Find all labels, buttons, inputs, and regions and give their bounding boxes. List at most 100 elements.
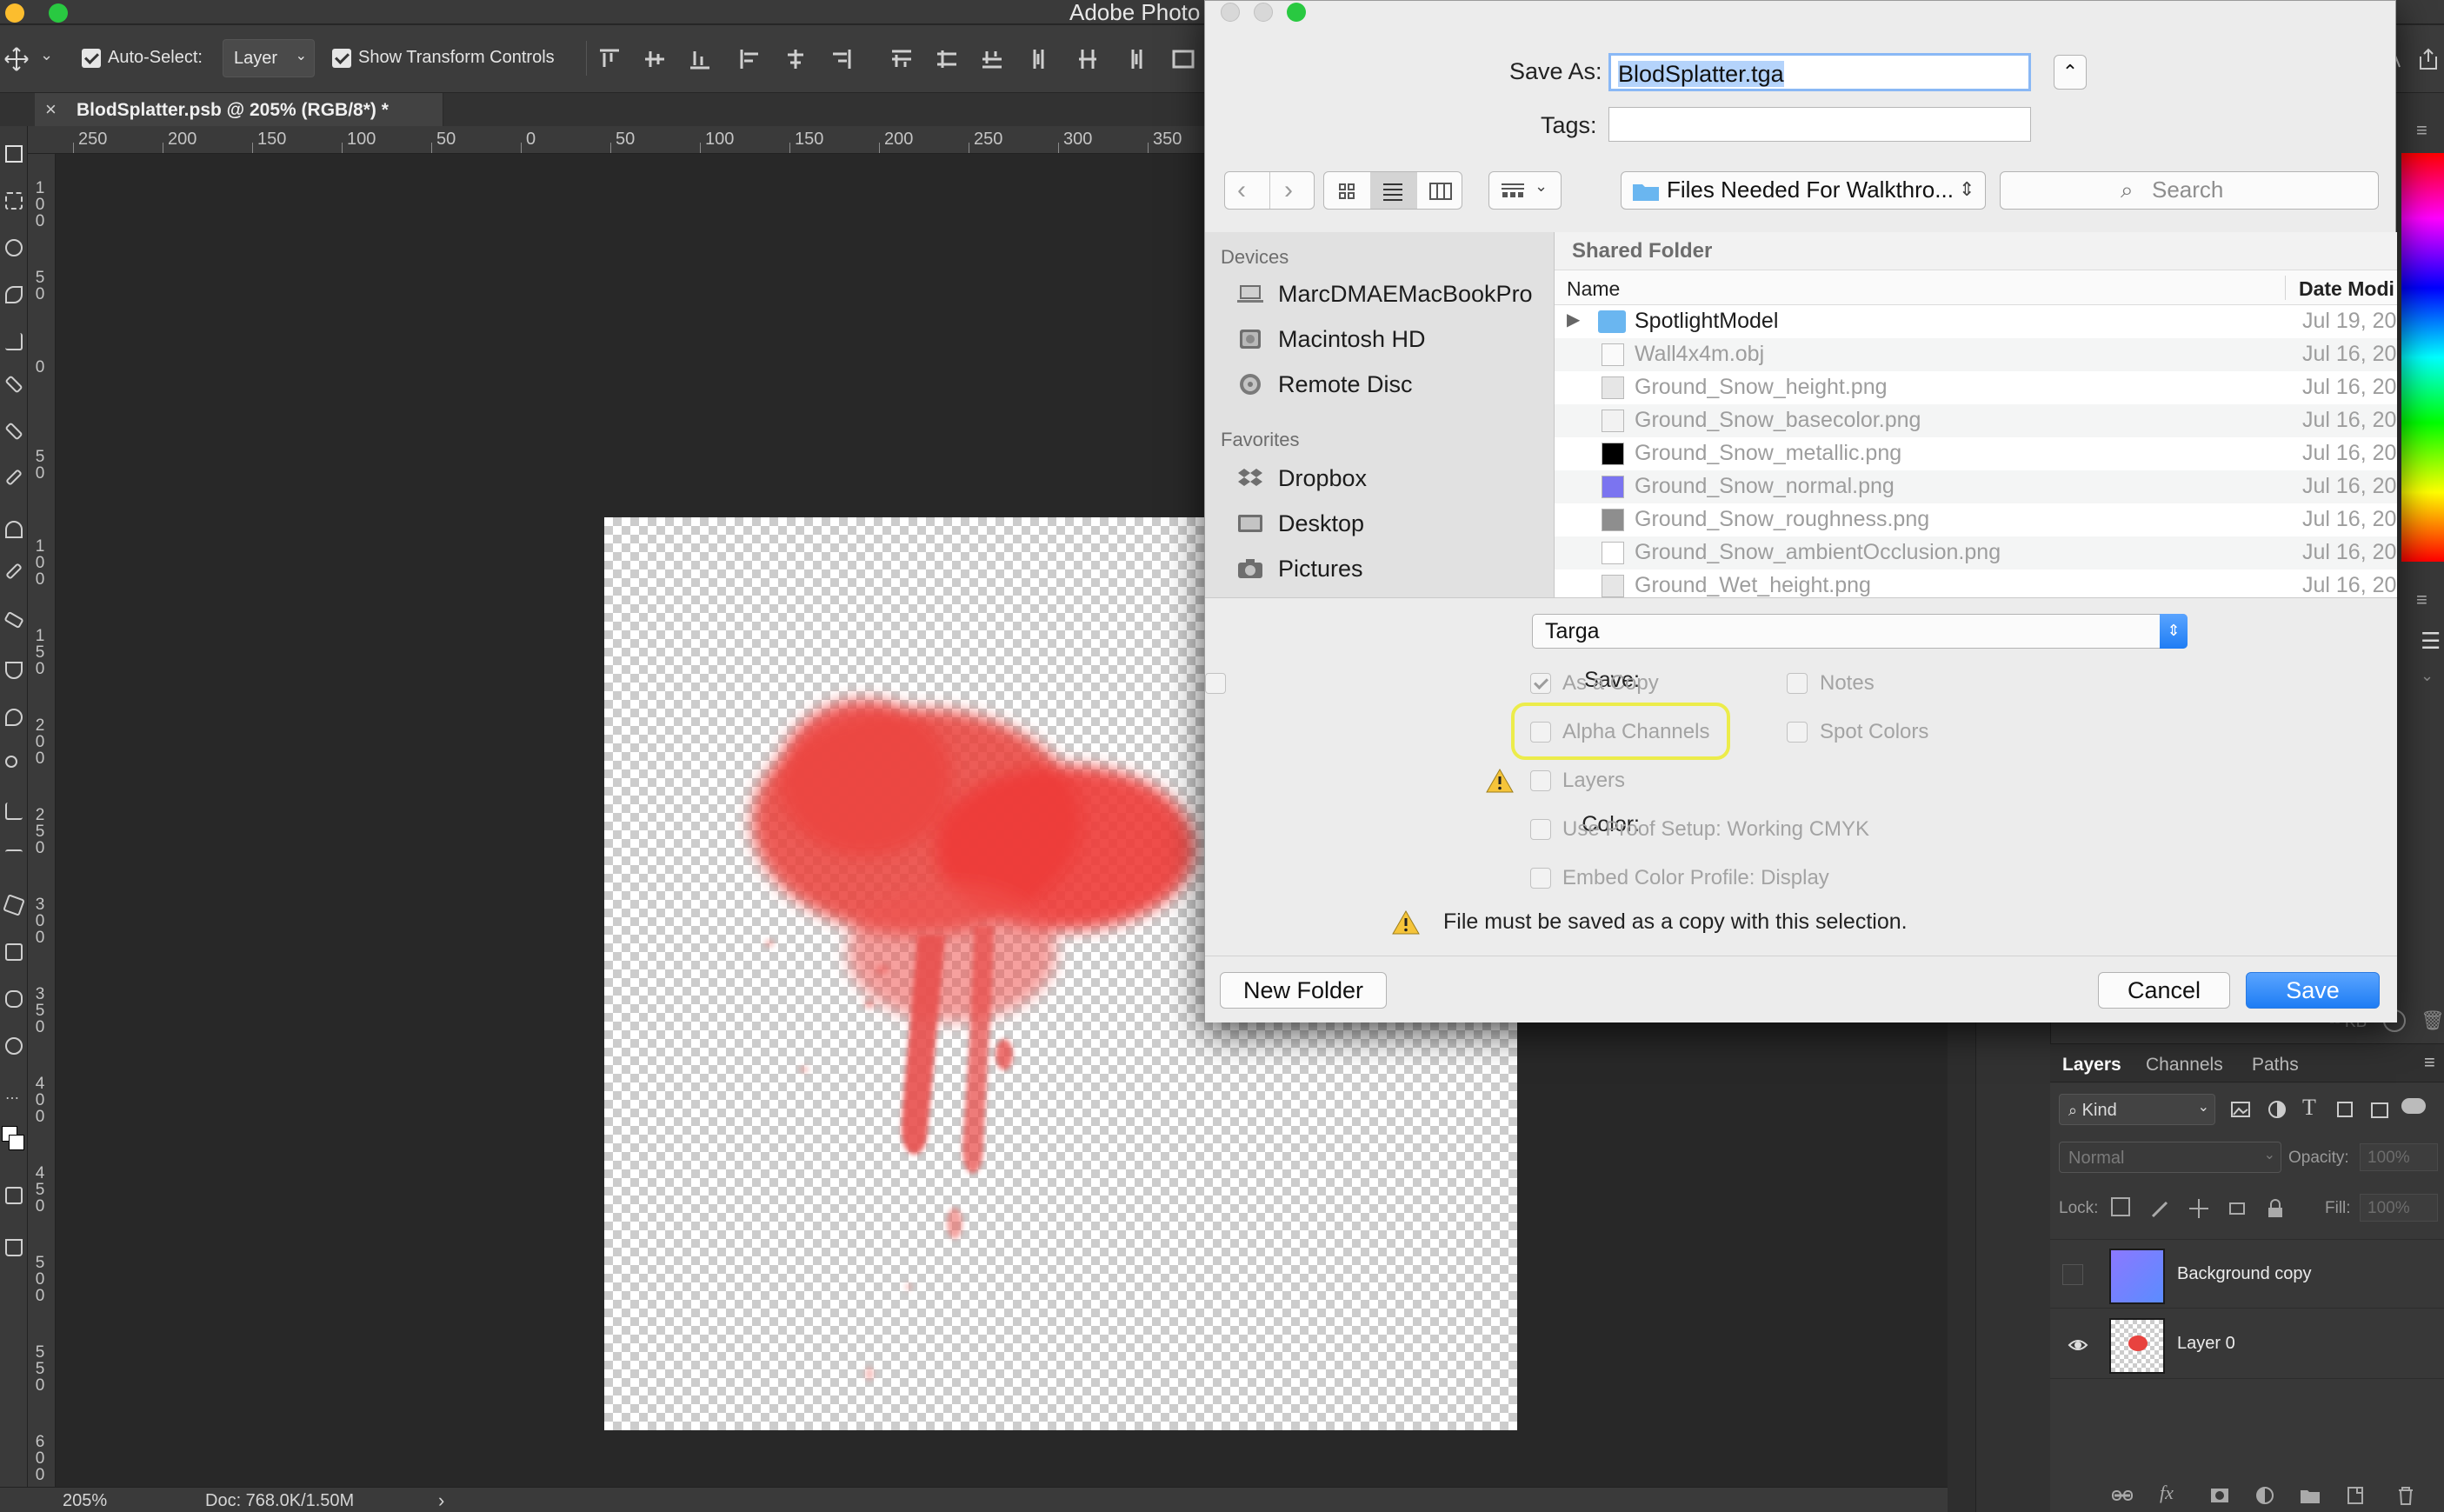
brush-tool-icon[interactable] bbox=[5, 469, 23, 486]
dodge-tool-icon[interactable] bbox=[5, 756, 17, 768]
new-group-icon[interactable] bbox=[2299, 1484, 2321, 1507]
column-header-date-modified[interactable]: Date Modi bbox=[2299, 277, 2394, 301]
panel-menu-icon[interactable]: ≡ bbox=[2416, 119, 2427, 142]
share-icon[interactable] bbox=[2415, 46, 2441, 72]
distribute-bottom-edges-icon[interactable] bbox=[979, 46, 1005, 72]
background-color-swatch[interactable] bbox=[9, 1135, 24, 1150]
filter-type-layers-icon[interactable]: T bbox=[2302, 1095, 2316, 1121]
clone-stamp-tool-icon[interactable] bbox=[5, 521, 23, 538]
new-adjustment-layer-icon[interactable] bbox=[2254, 1484, 2276, 1507]
align-vertical-centers-icon[interactable] bbox=[642, 46, 668, 72]
more-tools-icon[interactable]: ⋯ bbox=[5, 1089, 23, 1107]
document-tab[interactable]: × BlodSplatter.psb @ 205% (RGB/8*) * bbox=[35, 93, 443, 126]
search-field[interactable]: ⌕ Search bbox=[2000, 171, 2379, 210]
hand-tool-icon[interactable] bbox=[5, 990, 23, 1008]
layer-name[interactable]: Background copy bbox=[2177, 1264, 2312, 1284]
embed-color-profile-checkbox[interactable] bbox=[1530, 868, 1551, 889]
crop-tool-icon[interactable] bbox=[5, 333, 23, 350]
close-window-button[interactable] bbox=[1221, 3, 1240, 22]
align-right-edges-icon[interactable] bbox=[828, 46, 854, 72]
blur-tool-icon[interactable] bbox=[5, 709, 23, 726]
quick-selection-tool-icon[interactable] bbox=[5, 286, 23, 303]
list-view-icon[interactable]: ☰ bbox=[2421, 628, 2441, 655]
file-browser[interactable]: Shared Folder Name Date Modi ▶ SpotlightM… bbox=[1555, 232, 2397, 597]
lock-image-pixels-icon[interactable] bbox=[2149, 1197, 2172, 1220]
chevron-down-icon[interactable]: ⌄ bbox=[2421, 667, 2434, 685]
icon-view-icon[interactable] bbox=[1336, 181, 1357, 202]
filter-smart-objects-icon[interactable] bbox=[2368, 1098, 2391, 1121]
layers-checkbox[interactable] bbox=[1530, 770, 1551, 791]
location-dropdown[interactable]: Files Needed For Walkthro... ⇕ bbox=[1621, 171, 1986, 210]
layer-row[interactable]: Layer 0 bbox=[2050, 1309, 2444, 1379]
file-list-row[interactable]: Ground_Wet_height.png Jul 16, 20 bbox=[1555, 569, 2397, 597]
sidebar-item-pictures[interactable]: Pictures bbox=[1236, 550, 1549, 589]
sidebar-item-macbook[interactable]: MarcDMAEMacBookPro bbox=[1236, 276, 1549, 314]
sidebar-item-desktop[interactable]: Desktop bbox=[1236, 505, 1549, 543]
filter-shape-layers-icon[interactable] bbox=[2334, 1098, 2356, 1121]
distribute-horizontal-centers-icon[interactable] bbox=[1075, 46, 1101, 72]
format-dropdown[interactable]: Targa ⇕ bbox=[1532, 614, 2188, 649]
show-transform-checkbox[interactable] bbox=[332, 49, 351, 68]
rectangle-tool-icon[interactable] bbox=[5, 943, 23, 961]
screen-mode-icon[interactable] bbox=[5, 1239, 23, 1256]
align-horizontal-centers-icon[interactable] bbox=[782, 46, 809, 72]
panel-menu-icon[interactable]: ≡ bbox=[2424, 1051, 2435, 1074]
notes-checkbox[interactable] bbox=[1205, 673, 1226, 694]
distribute-left-edges-icon[interactable] bbox=[1029, 46, 1056, 72]
distribute-vertical-centers-icon[interactable] bbox=[934, 46, 960, 72]
link-layers-icon[interactable] bbox=[2111, 1484, 2134, 1507]
layer-name[interactable]: Layer 0 bbox=[2177, 1334, 2235, 1354]
distribute-top-edges-icon[interactable] bbox=[889, 46, 915, 72]
file-list-row[interactable]: ▶ SpotlightModel Jul 19, 20 bbox=[1555, 305, 2397, 338]
zoom-window-button[interactable] bbox=[49, 3, 68, 23]
minimize-window-button[interactable] bbox=[5, 3, 24, 23]
opacity-field[interactable]: 100% bbox=[2360, 1143, 2438, 1171]
lock-artboard-icon[interactable] bbox=[2226, 1197, 2248, 1220]
layer-filter-dropdown[interactable]: ⌕ Kind ⌄ bbox=[2059, 1094, 2215, 1125]
save-button[interactable]: Save bbox=[2246, 972, 2380, 1009]
trash-icon[interactable]: 🗑 bbox=[2421, 1009, 2444, 1032]
filter-pixel-layers-icon[interactable] bbox=[2229, 1098, 2252, 1121]
delete-layer-icon[interactable] bbox=[2394, 1484, 2417, 1507]
marquee-tool-icon[interactable] bbox=[5, 192, 23, 210]
filter-adjustment-layers-icon[interactable] bbox=[2266, 1098, 2288, 1121]
move-tool-icon[interactable] bbox=[5, 145, 23, 163]
zoom-tool-icon[interactable] bbox=[5, 1037, 23, 1055]
group-view-dropdown[interactable]: ⌄ bbox=[1488, 171, 1562, 210]
column-header-name[interactable]: Name bbox=[1567, 277, 1620, 301]
zoom-window-button[interactable] bbox=[1287, 3, 1306, 22]
file-list-row[interactable]: Ground_Snow_roughness.png Jul 16, 20 bbox=[1555, 503, 2397, 536]
eye-icon[interactable] bbox=[2068, 1335, 2088, 1355]
use-proof-setup-checkbox[interactable] bbox=[1530, 819, 1551, 840]
new-folder-button[interactable]: New Folder bbox=[1220, 972, 1387, 1009]
status-menu-arrow-icon[interactable]: › bbox=[438, 1489, 444, 1512]
column-view-icon[interactable] bbox=[1428, 181, 1453, 202]
minimize-window-button[interactable] bbox=[1254, 3, 1273, 22]
tab-channels[interactable]: Channels bbox=[2146, 1055, 2223, 1076]
file-list-row[interactable]: Ground_Snow_metallic.png Jul 16, 20 bbox=[1555, 437, 2397, 470]
auto-align-layers-icon[interactable] bbox=[1170, 46, 1196, 72]
auto-select-dropdown[interactable]: Layer ⌄ bbox=[223, 39, 315, 77]
lock-transparent-pixels-icon[interactable] bbox=[2111, 1197, 2130, 1216]
file-list-row[interactable]: Ground_Snow_normal.png Jul 16, 20 bbox=[1555, 470, 2397, 503]
as-a-copy-checkbox[interactable] bbox=[1530, 673, 1551, 694]
list-view-icon[interactable] bbox=[1382, 181, 1404, 202]
disclosure-triangle-icon[interactable]: ▶ bbox=[1567, 309, 1580, 330]
file-list-row[interactable]: Ground_Snow_height.png Jul 16, 20 bbox=[1555, 371, 2397, 404]
tab-layers[interactable]: Layers bbox=[2062, 1055, 2121, 1076]
file-list-row[interactable]: Ground_Snow_basecolor.png Jul 16, 20 bbox=[1555, 404, 2397, 437]
layer-effects-icon[interactable]: fx bbox=[2160, 1482, 2174, 1504]
history-brush-tool-icon[interactable] bbox=[5, 563, 23, 580]
type-tool-icon[interactable] bbox=[5, 849, 23, 863]
sidebar-item-macintosh-hd[interactable]: Macintosh HD bbox=[1236, 321, 1549, 359]
tab-paths[interactable]: Paths bbox=[2252, 1055, 2299, 1076]
file-list-row[interactable]: Wall4x4m.obj Jul 16, 20 bbox=[1555, 338, 2397, 371]
align-bottom-edges-icon[interactable] bbox=[687, 46, 713, 72]
move-tool-icon[interactable] bbox=[3, 46, 30, 72]
collapse-dialog-button[interactable]: ⌃ bbox=[2054, 55, 2087, 90]
pen-tool-icon[interactable] bbox=[5, 803, 23, 820]
tags-field[interactable] bbox=[1608, 107, 2031, 142]
filename-field[interactable]: BlodSplatter.tga bbox=[1608, 53, 2031, 91]
fill-field[interactable]: 100% bbox=[2360, 1194, 2438, 1222]
layer-visibility-toggle[interactable] bbox=[2062, 1264, 2083, 1285]
